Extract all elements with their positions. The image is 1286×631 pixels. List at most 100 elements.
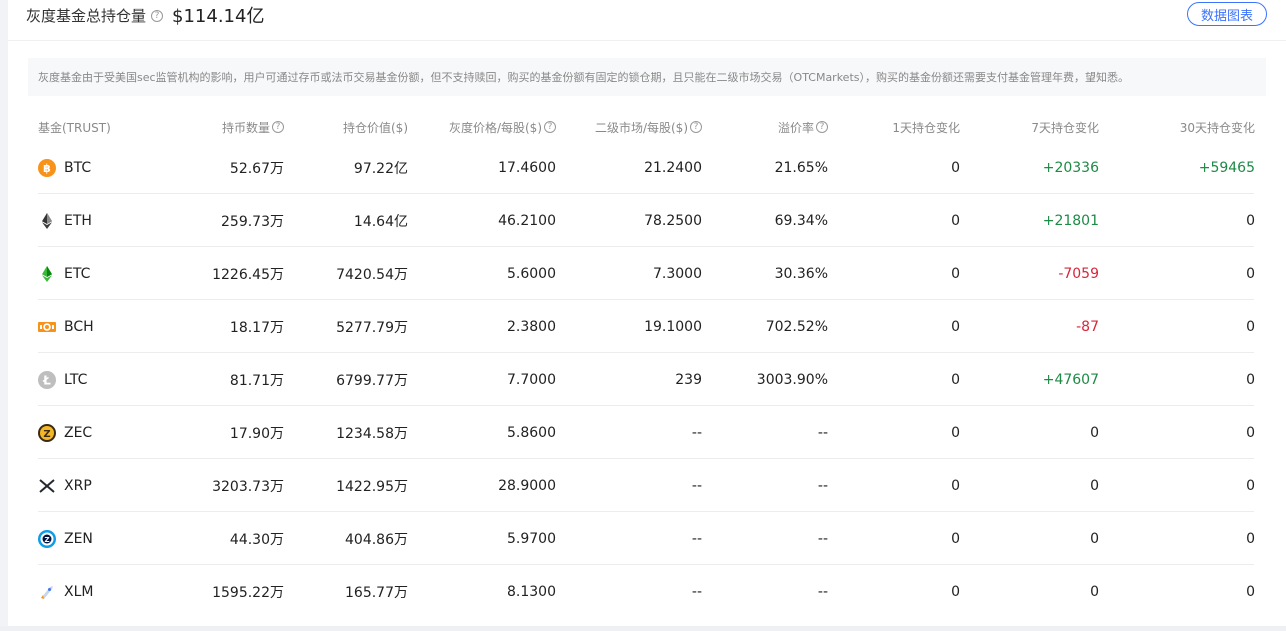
holdings-cell: 81.71万: [229, 372, 284, 389]
coin-name: LTC: [64, 371, 88, 388]
change-1d-cell: 0: [951, 583, 960, 600]
holdings-cell: 18.17万: [229, 319, 284, 336]
change-30d-cell: 0: [1246, 583, 1255, 600]
help-icon[interactable]: ?: [816, 121, 828, 133]
table-row[interactable]: ฿ BTC 52.67万 97.22亿 17.4600 21.2400 21.65% 0 +20…: [38, 141, 1255, 194]
table-row[interactable]: XRP 3203.73万 1422.95万 28.9000 -- -- 0 0 0: [38, 459, 1255, 512]
value-cell: 14.64亿: [353, 213, 408, 230]
premium-cell: 69.34%: [774, 212, 828, 229]
premium-cell: --: [817, 424, 828, 441]
holdings-cell: 3203.73万: [212, 478, 284, 495]
gs-price-cell: 2.3800: [507, 318, 556, 335]
change-30d-cell: +59465: [1198, 159, 1255, 176]
secondary-price-cell: 78.2500: [644, 212, 702, 229]
secondary-price-cell: 19.1000: [644, 318, 702, 335]
change-30d-cell: 0: [1246, 424, 1255, 441]
table-row[interactable]: ETC 1226.45万 7420.54万 5.6000 7.3000 30.36% 0 -7…: [38, 247, 1255, 300]
coin-name: ETC: [64, 265, 91, 282]
help-icon[interactable]: ?: [544, 121, 556, 133]
change-1d-cell: 0: [951, 530, 960, 547]
premium-cell: --: [817, 583, 828, 600]
premium-cell: 702.52%: [765, 318, 828, 335]
col-fund: 基金(TRUST): [38, 120, 111, 135]
change-1d-cell: 0: [951, 477, 960, 494]
col-secondary-price: 二级市场/每股($)?: [570, 115, 702, 139]
col-change-1d: 1天持仓变化: [892, 120, 960, 135]
table-row[interactable]: Z ZEC 17.90万 1234.58万 5.8600 -- -- 0 0 0: [38, 406, 1255, 459]
col-gs-price: 灰度价格/每股($)?: [420, 115, 556, 139]
change-7d-cell: 0: [1090, 583, 1099, 600]
premium-cell: 21.65%: [774, 159, 828, 176]
premium-cell: 30.36%: [774, 265, 828, 282]
gs-price-cell: 5.9700: [507, 530, 556, 547]
holdings-cell: 52.67万: [229, 160, 284, 177]
secondary-price-cell: --: [691, 583, 702, 600]
change-30d-cell: 0: [1246, 477, 1255, 494]
value-cell: 97.22亿: [353, 160, 408, 177]
change-1d-cell: 0: [951, 424, 960, 441]
coin-name: XLM: [64, 583, 94, 600]
premium-cell: --: [817, 530, 828, 547]
value-cell: 1234.58万: [336, 425, 408, 442]
col-holdings: 持币数量?: [190, 115, 284, 139]
page-title: 灰度基金总持仓量: [26, 6, 147, 25]
change-7d-cell: +47607: [1042, 371, 1099, 388]
col-change-30d: 30天持仓变化: [1179, 120, 1255, 135]
bottom-strip: [0, 626, 1286, 631]
help-icon[interactable]: ?: [690, 121, 702, 133]
secondary-price-cell: 239: [675, 371, 702, 388]
zen-icon: Z: [38, 530, 56, 548]
holdings-cell: 44.30万: [229, 531, 284, 548]
etc-icon: [38, 265, 56, 283]
value-cell: 165.77万: [345, 584, 408, 601]
help-icon[interactable]: ?: [272, 121, 284, 133]
change-30d-cell: 0: [1246, 530, 1255, 547]
holdings-cell: 17.90万: [229, 425, 284, 442]
table-row[interactable]: Z ZEN 44.30万 404.86万 5.9700 -- -- 0 0 0: [38, 512, 1255, 565]
holdings-cell: 1595.22万: [212, 584, 284, 601]
notice-banner: 灰度基金由于受美国sec监管机构的影响，用户可通过存币或法币交易基金份额，但不支…: [28, 58, 1266, 96]
premium-cell: --: [817, 477, 828, 494]
coin-name: BCH: [64, 318, 94, 335]
secondary-price-cell: 7.3000: [653, 265, 702, 282]
secondary-price-cell: --: [691, 530, 702, 547]
change-30d-cell: 0: [1246, 265, 1255, 282]
secondary-price-cell: --: [691, 424, 702, 441]
premium-cell: 3003.90%: [756, 371, 828, 388]
change-1d-cell: 0: [951, 212, 960, 229]
table-row[interactable]: Ł LTC 81.71万 6799.77万 7.7000 239 3003.90% 0 +476…: [38, 353, 1255, 406]
value-cell: 5277.79万: [336, 319, 408, 336]
btc-icon: ฿: [38, 159, 56, 177]
gs-price-cell: 8.1300: [507, 583, 556, 600]
change-1d-cell: 0: [951, 265, 960, 282]
eth-icon: [38, 212, 56, 230]
table-row[interactable]: ETH 259.73万 14.64亿 46.2100 78.2500 69.34% 0 +21…: [38, 194, 1255, 247]
header: 灰度基金总持仓量 ? $114.14亿: [26, 2, 264, 28]
zec-icon: Z: [38, 424, 56, 442]
gs-price-cell: 5.8600: [507, 424, 556, 441]
value-cell: 404.86万: [345, 531, 408, 548]
data-chart-button[interactable]: 数据图表: [1187, 2, 1267, 26]
table-row[interactable]: BCH 18.17万 5277.79万 2.3800 19.1000 702.52% 0 -8…: [38, 300, 1255, 353]
change-7d-cell: +21801: [1042, 212, 1099, 229]
holdings-cell: 259.73万: [221, 213, 284, 230]
header-divider: [8, 40, 1286, 41]
col-premium: 溢价率?: [740, 115, 828, 139]
coin-name: ZEN: [64, 530, 93, 547]
change-7d-cell: 0: [1090, 530, 1099, 547]
change-1d-cell: 0: [951, 371, 960, 388]
secondary-price-cell: 21.2400: [644, 159, 702, 176]
change-1d-cell: 0: [951, 159, 960, 176]
coin-name: ETH: [64, 212, 92, 229]
change-30d-cell: 0: [1246, 371, 1255, 388]
bch-icon: [38, 318, 56, 336]
table-row[interactable]: XLM 1595.22万 165.77万 8.1300 -- -- 0 0 0: [38, 565, 1255, 618]
change-7d-cell: 0: [1090, 477, 1099, 494]
change-7d-cell: -87: [1076, 318, 1099, 335]
coin-name: ZEC: [64, 424, 93, 441]
help-icon[interactable]: ?: [151, 10, 164, 22]
change-7d-cell: -7059: [1058, 265, 1099, 282]
holdings-cell: 1226.45万: [212, 266, 284, 283]
gs-price-cell: 5.6000: [507, 265, 556, 282]
xrp-icon: [38, 477, 56, 495]
